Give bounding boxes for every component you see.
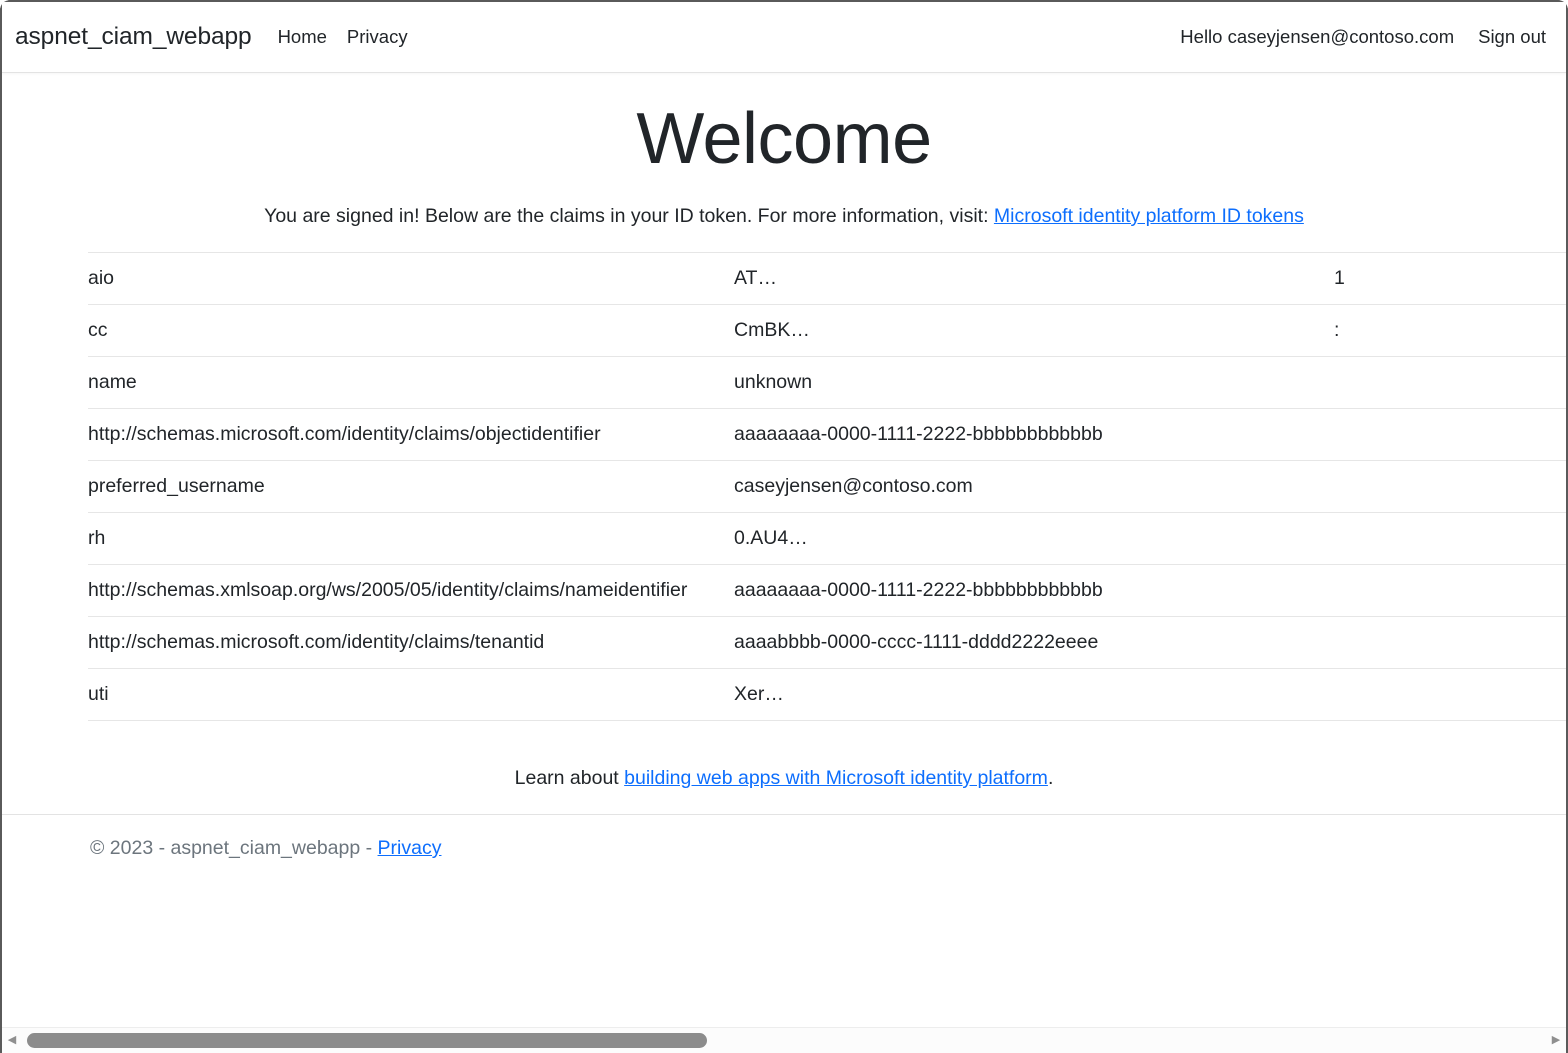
- claim-extra-cell: [1334, 669, 1566, 721]
- claim-type-cell: http://schemas.xmlsoap.org/ws/2005/05/id…: [88, 565, 734, 617]
- claim-value-text: unknown: [734, 371, 812, 393]
- claim-extra-cell: [1334, 409, 1566, 461]
- learn-more-suffix: .: [1048, 767, 1053, 789]
- id-tokens-doc-link[interactable]: Microsoft identity platform ID tokens: [994, 205, 1304, 227]
- page-title: Welcome: [2, 73, 1566, 181]
- claims-table-body: aio AT… 1 cc CmBK… : name unknown: [88, 253, 1566, 721]
- table-row: uti Xer…: [88, 669, 1566, 721]
- claim-extra-cell: :: [1334, 305, 1566, 357]
- claims-table: aio AT… 1 cc CmBK… : name unknown: [88, 252, 1566, 721]
- claim-value-ellipsis: …: [757, 267, 777, 289]
- table-row: http://schemas.xmlsoap.org/ws/2005/05/id…: [88, 565, 1566, 617]
- nav-link-home[interactable]: Home: [278, 26, 327, 48]
- claim-extra-cell: 1: [1334, 253, 1566, 305]
- table-row: rh 0.AU4…: [88, 513, 1566, 565]
- table-row: cc CmBK… :: [88, 305, 1566, 357]
- table-row: http://schemas.microsoft.com/identity/cl…: [88, 617, 1566, 669]
- claim-value-ellipsis: …: [788, 527, 808, 549]
- claim-value-cell: caseyjensen@contoso.com: [734, 461, 1334, 513]
- scroll-left-arrow-icon[interactable]: ◀: [2, 1028, 22, 1053]
- table-row: preferred_username caseyjensen@contoso.c…: [88, 461, 1566, 513]
- horizontal-scrollbar-track[interactable]: [22, 1028, 1546, 1053]
- user-greeting: Hello caseyjensen@contoso.com: [1180, 26, 1454, 48]
- claim-type-cell: cc: [88, 305, 734, 357]
- claim-value-cell: 0.AU4…: [734, 513, 1334, 565]
- claim-value-text: 0.AU4: [734, 527, 788, 549]
- claim-value-text: aaaaaaaa-0000-1111-2222-bbbbbbbbbbbb: [734, 579, 1103, 601]
- claim-value-ellipsis: …: [790, 319, 810, 341]
- navbar: aspnet_ciam_webapp Home Privacy Hello ca…: [2, 2, 1566, 73]
- claim-value-text: CmBK: [734, 319, 790, 341]
- claim-value-text: AT: [734, 267, 757, 289]
- claim-extra-cell: [1334, 617, 1566, 669]
- sign-out-link[interactable]: Sign out: [1478, 26, 1546, 48]
- footer-copyright: © 2023 - aspnet_ciam_webapp -: [90, 837, 378, 859]
- claim-value-cell: unknown: [734, 357, 1334, 409]
- page-footer: © 2023 - aspnet_ciam_webapp - Privacy: [2, 814, 1566, 882]
- horizontal-scrollbar[interactable]: ◀ ▶: [2, 1027, 1566, 1053]
- claim-value-cell: aaaaaaaa-0000-1111-2222-bbbbbbbbbbbb: [734, 565, 1334, 617]
- claim-value-text: Xer: [734, 683, 764, 705]
- page-viewport: aspnet_ciam_webapp Home Privacy Hello ca…: [2, 2, 1566, 1025]
- footer-privacy-link[interactable]: Privacy: [378, 837, 442, 859]
- intro-text: You are signed in! Below are the claims …: [264, 205, 994, 227]
- brand-link[interactable]: aspnet_ciam_webapp: [15, 23, 252, 51]
- table-row: http://schemas.microsoft.com/identity/cl…: [88, 409, 1566, 461]
- claim-value-cell: aaaaaaaa-0000-1111-2222-bbbbbbbbbbbb: [734, 409, 1334, 461]
- main-content: Welcome You are signed in! Below are the…: [2, 73, 1566, 814]
- claims-table-container: aio AT… 1 cc CmBK… : name unknown: [2, 252, 1566, 721]
- claim-value-text: aaaaaaaa-0000-1111-2222-bbbbbbbbbbbb: [734, 423, 1103, 445]
- claim-value-cell: CmBK…: [734, 305, 1334, 357]
- table-row: name unknown: [88, 357, 1566, 409]
- navbar-user-area: Hello caseyjensen@contoso.com Sign out: [1180, 2, 1546, 72]
- claim-type-cell: rh: [88, 513, 734, 565]
- claim-extra-cell: [1334, 565, 1566, 617]
- table-row: aio AT… 1: [88, 253, 1566, 305]
- claim-type-cell: preferred_username: [88, 461, 734, 513]
- learn-more-text: Learn about: [515, 767, 625, 789]
- navbar-inner: aspnet_ciam_webapp Home Privacy Hello ca…: [2, 2, 1566, 72]
- nav-link-privacy[interactable]: Privacy: [347, 26, 408, 48]
- claim-type-cell: aio: [88, 253, 734, 305]
- claim-type-cell: http://schemas.microsoft.com/identity/cl…: [88, 409, 734, 461]
- claim-value-text: aaaabbbb-0000-cccc-1111-dddd2222eeee: [734, 631, 1098, 653]
- claim-extra-cell: [1334, 513, 1566, 565]
- claim-value-text: caseyjensen@contoso.com: [734, 475, 973, 497]
- claim-value-cell: aaaabbbb-0000-cccc-1111-dddd2222eeee: [734, 617, 1334, 669]
- build-webapps-doc-link[interactable]: building web apps with Microsoft identit…: [624, 767, 1048, 789]
- claim-extra-cell: [1334, 461, 1566, 513]
- claim-value-cell: AT…: [734, 253, 1334, 305]
- claim-type-cell: name: [88, 357, 734, 409]
- scroll-right-arrow-icon[interactable]: ▶: [1546, 1028, 1566, 1053]
- claim-extra-cell: [1334, 357, 1566, 409]
- claim-value-cell: Xer…: [734, 669, 1334, 721]
- claim-type-cell: uti: [88, 669, 734, 721]
- claim-type-cell: http://schemas.microsoft.com/identity/cl…: [88, 617, 734, 669]
- claim-value-ellipsis: …: [764, 683, 784, 705]
- intro-paragraph: You are signed in! Below are the claims …: [2, 181, 1566, 230]
- learn-more-paragraph: Learn about building web apps with Micro…: [2, 721, 1566, 814]
- horizontal-scrollbar-thumb[interactable]: [27, 1033, 707, 1048]
- browser-window: aspnet_ciam_webapp Home Privacy Hello ca…: [0, 0, 1568, 1053]
- nav-links: Home Privacy: [278, 26, 408, 48]
